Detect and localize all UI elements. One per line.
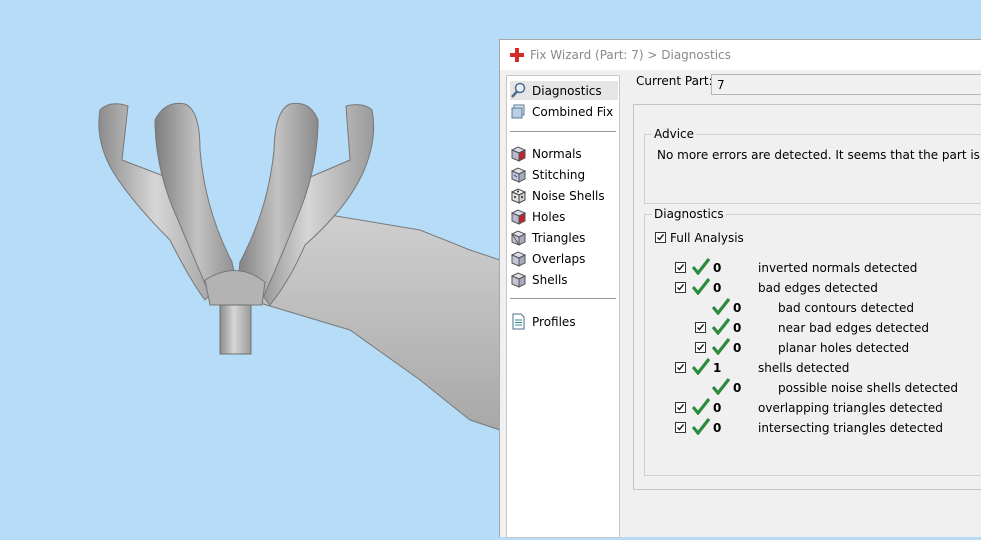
nav-item-overlaps[interactable]: Overlaps [510,249,585,268]
nav-item-profiles[interactable]: Profiles [510,312,576,331]
row-checkbox-shells[interactable] [675,362,686,373]
shells-cube-icon [510,272,527,288]
green-check-icon [712,378,730,395]
label-bad-contours: bad contours detected [778,301,914,315]
holes-cube-icon [510,209,527,225]
label-planar-holes: planar holes detected [778,341,910,355]
label-bad-edges: bad edges detected [758,281,878,295]
stitching-cube-icon [510,167,527,183]
nav-label: Triangles [532,230,586,245]
count-overlapping-triangles: 0 [713,401,722,415]
row-checkbox-near-bad-edges[interactable] [695,322,706,333]
nav-label: Stitching [532,167,586,182]
advice-text: No more errors are detected. It seems th… [657,148,981,162]
nav-item-shells[interactable]: Shells [510,270,568,289]
green-check-icon [712,298,730,315]
dialog-titlebar[interactable]: Fix Wizard (Part: 7) > Diagnostics [500,40,981,70]
label-shells: shells detected [758,361,850,375]
count-noise-shells: 0 [733,381,742,395]
green-check-icon [692,278,710,295]
dialog-title: Fix Wizard (Part: 7) > Diagnostics [530,48,731,62]
nav-label: Combined Fix [532,104,614,119]
triangles-cube-icon [510,230,527,246]
combined-fix-icon [511,104,525,119]
full-analysis-checkbox[interactable] [655,232,666,243]
magnifier-icon [511,82,526,98]
checkmark-icon [697,344,705,351]
nav-label: Normals [532,146,582,161]
diagnostics-title: Diagnostics [652,207,726,221]
nav-item-stitching[interactable]: Stitching [510,165,585,184]
label-near-bad-edges: near bad edges detected [778,321,929,335]
noise-shells-dice-icon [510,188,527,204]
current-part-field: 7 [711,74,981,95]
advice-group: Advice No more errors are detected. It s… [644,127,981,204]
nav-item-normals[interactable]: Normals [510,144,582,163]
red-cross-app-icon [510,48,524,62]
nav-label: Shells [532,272,568,287]
row-checkbox-intersecting-triangles[interactable] [675,422,686,433]
nav-item-diagnostics[interactable]: Diagnostics [510,81,618,100]
green-check-icon [712,338,730,355]
nav-item-triangles[interactable]: Triangles [510,228,585,247]
count-shells: 1 [713,361,722,375]
nav-label: Overlaps [532,251,586,266]
full-analysis-label: Full Analysis [670,231,744,245]
count-planar-holes: 0 [733,341,742,355]
label-intersecting-triangles: intersecting triangles detected [758,421,943,435]
fix-wizard-dialog: Fix Wizard (Part: 7) > Diagnostics Diagn… [499,39,981,538]
nav-label: Diagnostics [532,83,602,98]
row-checkbox-planar-holes[interactable] [695,342,706,353]
count-bad-contours: 0 [733,301,742,315]
count-bad-edges: 0 [713,281,722,295]
green-check-icon [692,258,710,275]
diagnostics-group: Diagnostics Full Analysis 0 inverted nor… [644,207,981,476]
nav-item-holes[interactable]: Holes [510,207,565,226]
fix-wizard-nav: Diagnostics Combined Fix Normals Stitchi… [506,75,620,538]
count-intersecting-triangles: 0 [713,421,722,435]
checkmark-icon [677,364,685,371]
nav-separator [510,298,616,299]
row-checkbox-bad-edges[interactable] [675,282,686,293]
label-inverted-normals: inverted normals detected [758,261,918,275]
green-check-icon [692,398,710,415]
label-overlapping-triangles: overlapping triangles detected [758,401,943,415]
diagnostics-panel: Advice No more errors are detected. It s… [633,104,981,490]
count-inverted-normals: 0 [713,261,722,275]
row-checkbox-overlapping-triangles[interactable] [675,402,686,413]
nav-label: Profiles [532,314,576,329]
overlaps-cube-icon [510,251,527,267]
count-near-bad-edges: 0 [733,321,742,335]
green-check-icon [712,318,730,335]
checkmark-icon [657,234,665,241]
nav-separator [510,131,616,132]
row-checkbox-inverted-normals[interactable] [675,262,686,273]
nav-label: Holes [532,209,566,224]
green-check-icon [692,358,710,375]
checkmark-icon [677,264,685,271]
checkmark-icon [677,404,685,411]
checkmark-icon [697,324,705,331]
checkmark-icon [677,424,685,431]
profiles-document-icon [512,313,525,330]
normals-cube-icon [510,146,527,162]
current-part-label: Current Part: [636,74,713,88]
nav-item-combined-fix[interactable]: Combined Fix [510,102,613,121]
nav-item-noise-shells[interactable]: Noise Shells [510,186,605,205]
advice-title: Advice [652,127,697,141]
label-noise-shells: possible noise shells detected [778,381,959,395]
green-check-icon [692,418,710,435]
nav-label: Noise Shells [532,188,605,203]
checkmark-icon [677,284,685,291]
